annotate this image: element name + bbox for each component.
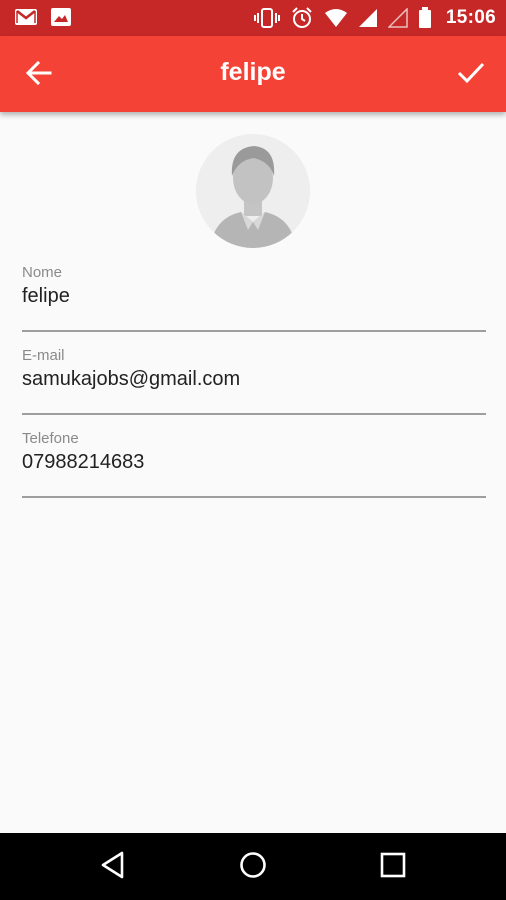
home-circle-icon	[239, 851, 267, 884]
email-value[interactable]: samukajobs@gmail.com	[22, 368, 486, 413]
signal-icon	[358, 8, 378, 28]
nav-back-button[interactable]	[93, 847, 133, 887]
system-icons: 15:06	[253, 6, 496, 30]
status-bar: 15:06	[0, 0, 506, 36]
status-time: 15:06	[445, 7, 496, 28]
vibrate-icon	[253, 7, 280, 29]
recents-square-icon	[380, 852, 406, 883]
check-icon	[457, 61, 485, 90]
gmail-icon	[14, 7, 38, 27]
notification-icons	[14, 7, 72, 27]
battery-icon	[418, 7, 432, 29]
nav-recents-button[interactable]	[373, 847, 413, 887]
person-placeholder-icon	[196, 134, 310, 248]
wifi-icon	[324, 8, 348, 28]
navigation-bar	[0, 833, 506, 900]
email-label: E-mail	[22, 347, 65, 364]
name-field[interactable]: Nome felipe	[22, 264, 486, 332]
contact-form: Nome felipe E-mail samukajobs@gmail.com …	[0, 112, 506, 833]
email-field[interactable]: E-mail samukajobs@gmail.com	[22, 347, 486, 415]
page-title: felipe	[220, 58, 286, 86]
phone-field[interactable]: Telefone 07988214683	[22, 430, 486, 498]
avatar[interactable]	[196, 134, 310, 248]
image-icon	[50, 7, 72, 27]
save-button[interactable]	[450, 54, 492, 96]
signal-empty-icon	[387, 8, 408, 28]
nav-home-button[interactable]	[233, 847, 273, 887]
name-label: Nome	[22, 264, 63, 281]
back-triangle-icon	[100, 851, 126, 884]
name-value[interactable]: felipe	[22, 285, 486, 330]
phone-value[interactable]: 07988214683	[22, 451, 486, 496]
app-bar: felipe	[0, 36, 506, 112]
alarm-icon	[290, 6, 314, 30]
phone-label: Telefone	[22, 430, 79, 447]
